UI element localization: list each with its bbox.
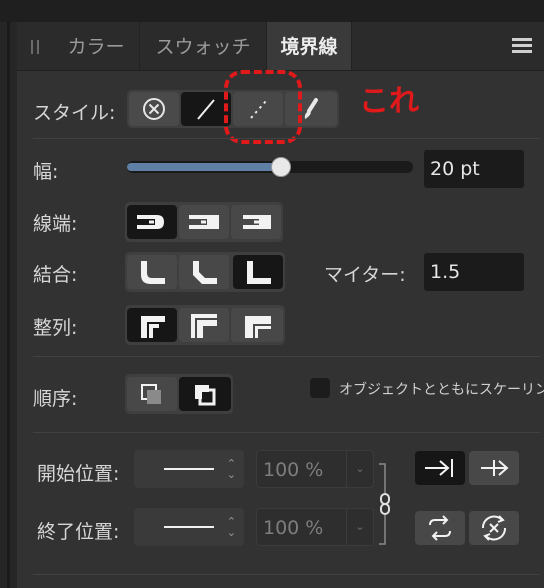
butt-cap-icon	[137, 215, 164, 229]
order-label: 順序:	[33, 388, 78, 410]
annotation-label: これ	[359, 84, 419, 119]
annotation-highlight-box	[224, 70, 302, 144]
stroke-panel: カラー スウォッチ 境界線 スタイル: これ 幅: 20 pt 線端: 結合: …	[17, 22, 544, 588]
align-outside-button[interactable]	[231, 308, 283, 342]
align-center-icon	[141, 316, 165, 338]
width-field[interactable]: 20 pt	[424, 150, 524, 188]
arrow-to-end-icon	[425, 459, 453, 477]
divider	[33, 574, 540, 575]
width-label: 幅:	[33, 161, 59, 183]
align-inside-button[interactable]	[179, 308, 229, 342]
style-none-button[interactable]	[129, 92, 179, 126]
tab-color[interactable]: カラー	[53, 22, 140, 70]
panel-grip-icon[interactable]	[31, 40, 39, 54]
join-round-button[interactable]	[127, 255, 177, 289]
link-chain-icon[interactable]	[375, 462, 397, 546]
align-outside-icon	[245, 316, 271, 338]
start-scale-value: 100 %	[263, 459, 324, 481]
end-label: 終了位置:	[37, 521, 120, 543]
stepper-chevron-icon: ⌃ ⌄	[226, 515, 236, 539]
cap-square-button[interactable]	[231, 205, 281, 239]
panel-tabs: カラー スウォッチ 境界線	[17, 22, 544, 71]
join-miter-button[interactable]	[233, 255, 283, 289]
cap-round-button[interactable]	[179, 205, 229, 239]
tab-swatches[interactable]: スウォッチ	[140, 22, 267, 70]
join-label: 結合:	[33, 264, 78, 286]
divider	[33, 138, 540, 139]
arrowhead-line-preview	[164, 526, 214, 528]
reset-x-icon	[481, 515, 507, 541]
start-scale-field[interactable]: 100 % ⌄	[256, 450, 374, 488]
miter-join-icon	[247, 261, 271, 284]
round-join-icon	[141, 261, 165, 284]
end-scale-value: 100 %	[263, 517, 324, 539]
chevron-down-icon[interactable]: ⌄	[346, 451, 373, 487]
start-arrowhead-select[interactable]: ⌃ ⌄	[134, 450, 244, 488]
title-bar	[0, 0, 544, 22]
miter-label: マイター:	[324, 264, 406, 286]
cap-butt-button[interactable]	[127, 205, 177, 239]
align-label: 整列:	[33, 317, 78, 339]
tab-stroke[interactable]: 境界線	[267, 22, 352, 70]
divider	[33, 432, 540, 433]
join-bevel-button[interactable]	[179, 255, 229, 289]
scale-with-object-checkbox[interactable]	[310, 378, 330, 398]
sidebar-rail	[7, 22, 10, 588]
arrow-past-end-button[interactable]	[469, 451, 519, 485]
arrowhead-line-preview	[164, 468, 214, 470]
bevel-join-icon	[193, 261, 217, 284]
width-slider[interactable]	[127, 157, 413, 177]
divider	[33, 356, 540, 357]
align-inside-icon	[191, 314, 217, 338]
scale-with-object-label: オブジェクトとともにスケーリング	[339, 382, 544, 398]
order-front-button[interactable]	[179, 377, 231, 411]
stroke-behind-icon	[141, 384, 161, 404]
end-arrowhead-select[interactable]: ⌃ ⌄	[134, 508, 244, 546]
left-sidebar	[0, 22, 17, 588]
order-back-button[interactable]	[127, 377, 177, 411]
panel-menu-icon[interactable]	[512, 38, 532, 54]
start-label: 開始位置:	[37, 463, 120, 485]
width-slider-knob[interactable]	[271, 157, 291, 177]
width-slider-fill	[127, 163, 281, 171]
arrow-at-end-button[interactable]	[415, 451, 465, 485]
end-scale-field[interactable]: 100 % ⌄	[256, 508, 374, 546]
miter-field[interactable]: 1.5	[424, 253, 524, 291]
cap-label: 線端:	[33, 213, 78, 235]
chevron-down-icon[interactable]: ⌄	[346, 509, 373, 545]
swap-icon	[429, 515, 451, 541]
square-cap-icon	[243, 215, 271, 229]
arrow-past-end-icon	[481, 460, 509, 476]
stroke-front-icon	[195, 385, 216, 406]
align-center-button[interactable]	[127, 308, 177, 342]
remove-arrowheads-button[interactable]	[469, 511, 519, 545]
style-label: スタイル:	[33, 102, 116, 124]
swap-arrowheads-button[interactable]	[415, 511, 465, 545]
stepper-chevron-icon: ⌃ ⌄	[226, 457, 236, 481]
round-cap-icon	[189, 215, 219, 229]
circle-x-icon	[143, 98, 165, 120]
